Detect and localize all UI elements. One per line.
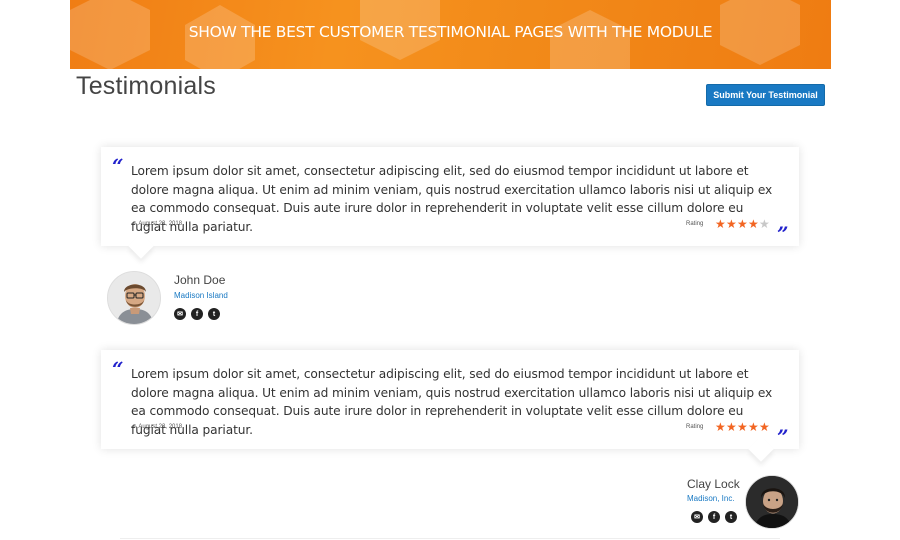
- star-filled-icon: ★: [737, 420, 748, 434]
- testimonial-card: “ Lorem ipsum dolor sit amet, consectetu…: [101, 147, 799, 259]
- rating-label: Rating: [686, 424, 704, 430]
- rating-label: Rating: [686, 221, 704, 227]
- avatar: [107, 271, 161, 325]
- star-rating: ★★★★★: [715, 420, 770, 434]
- submit-testimonial-button[interactable]: Submit Your Testimonial: [706, 84, 825, 106]
- star-filled-icon: ★: [726, 420, 737, 434]
- social-links: ✉ f t: [174, 308, 220, 320]
- close-quote-icon: ”: [777, 425, 789, 449]
- divider: [120, 538, 780, 539]
- star-filled-icon: ★: [737, 217, 748, 231]
- testimonial-date: — August 23, 2018: [131, 221, 183, 227]
- testimonial-text: Lorem ipsum dolor sit amet, consectetur …: [131, 164, 773, 234]
- twitter-icon[interactable]: t: [725, 511, 737, 523]
- close-quote-icon: ”: [777, 222, 789, 246]
- star-filled-icon: ★: [715, 217, 726, 231]
- star-filled-icon: ★: [726, 217, 737, 231]
- star-rating: ★★★★★: [715, 217, 770, 231]
- open-quote-icon: “: [112, 357, 124, 381]
- promo-banner: SHOW THE BEST CUSTOMER TESTIMONIAL PAGES…: [70, 0, 831, 69]
- star-empty-icon: ★: [759, 217, 770, 231]
- author-company-link[interactable]: Madison, Inc.: [687, 494, 735, 503]
- email-icon[interactable]: ✉: [691, 511, 703, 523]
- facebook-icon[interactable]: f: [708, 511, 720, 523]
- testimonial-date: — August 23, 2018: [131, 424, 183, 430]
- twitter-icon[interactable]: t: [208, 308, 220, 320]
- star-filled-icon: ★: [748, 420, 759, 434]
- avatar-photo-clay-lock: [746, 476, 798, 528]
- social-links: ✉ f t: [691, 511, 737, 523]
- banner-title: SHOW THE BEST CUSTOMER TESTIMONIAL PAGES…: [188, 23, 713, 41]
- page-title: Testimonials: [76, 72, 216, 100]
- author-company-link[interactable]: Madison Island: [174, 291, 228, 300]
- testimonial-card: “ Lorem ipsum dolor sit amet, consectetu…: [101, 350, 799, 462]
- open-quote-icon: “: [112, 154, 124, 178]
- star-filled-icon: ★: [759, 420, 770, 434]
- speech-arrow: [128, 233, 154, 259]
- star-filled-icon: ★: [748, 217, 759, 231]
- facebook-icon[interactable]: f: [191, 308, 203, 320]
- star-filled-icon: ★: [715, 420, 726, 434]
- email-icon[interactable]: ✉: [174, 308, 186, 320]
- speech-arrow: [748, 436, 774, 462]
- author-name: John Doe: [174, 273, 226, 287]
- author-name: Clay Lock: [687, 477, 740, 491]
- avatar-photo-john-doe: [108, 272, 160, 324]
- testimonial-text: Lorem ipsum dolor sit amet, consectetur …: [131, 367, 773, 437]
- avatar: [745, 475, 799, 529]
